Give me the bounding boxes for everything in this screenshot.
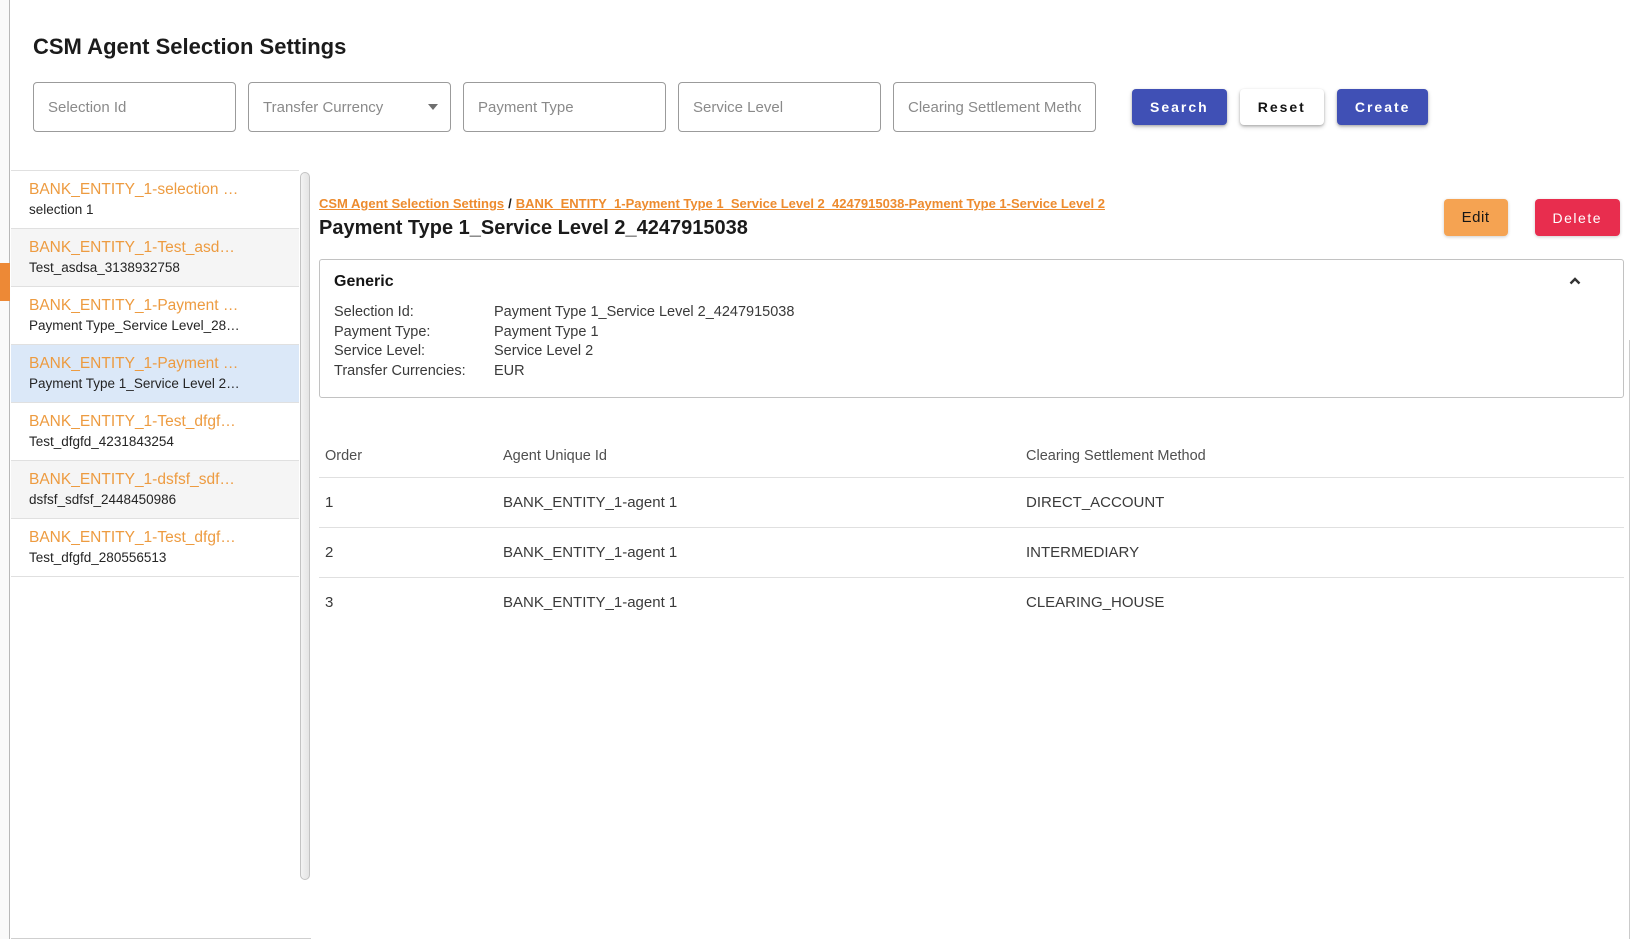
search-button[interactable]: Search	[1132, 89, 1227, 125]
field-row-transfer-currencies: Transfer Currencies: EUR	[334, 362, 1607, 382]
list-item-title: BANK_ENTITY_1-Payment …	[29, 354, 283, 374]
list-item-subtitle: dsfsf_sdfsf_2448450986	[29, 491, 283, 509]
agents-table: Order Agent Unique Id Clearing Settlemen…	[319, 434, 1624, 627]
filter-bar: Search Reset Create	[33, 82, 1634, 132]
sidebar-scrollbar[interactable]	[299, 170, 311, 938]
transfer-currency-select[interactable]	[248, 82, 451, 132]
main-top-row: CSM Agent Selection Settings/BANK_ENTITY…	[319, 196, 1624, 240]
list-item-title: BANK_ENTITY_1-Test_dfgf…	[29, 412, 283, 432]
list-item[interactable]: BANK_ENTITY_1-selection … selection 1	[11, 171, 299, 229]
service-level-filter	[678, 82, 881, 132]
cell-clearing-settlement-method: DIRECT_ACCOUNT	[1020, 478, 1624, 528]
field-label: Selection Id:	[334, 303, 494, 323]
field-value: Service Level 2	[494, 342, 593, 362]
cell-clearing-settlement-method: CLEARING_HOUSE	[1020, 578, 1624, 628]
list-item-subtitle: Test_asdsa_3138932758	[29, 259, 283, 277]
column-header-agent-unique-id: Agent Unique Id	[497, 434, 1020, 478]
breadcrumb-separator: /	[504, 196, 516, 211]
list-item-subtitle: selection 1	[29, 201, 283, 219]
agents-table-header-row: Order Agent Unique Id Clearing Settlemen…	[319, 434, 1624, 478]
create-button[interactable]: Create	[1337, 89, 1429, 125]
list-item-subtitle: Test_dfgfd_4231843254	[29, 433, 283, 451]
payment-type-input[interactable]	[463, 82, 666, 132]
list-item-title: BANK_ENTITY_1-Test_asd…	[29, 238, 283, 258]
table-row[interactable]: 2 BANK_ENTITY_1-agent 1 INTERMEDIARY	[319, 528, 1624, 578]
field-label: Transfer Currencies:	[334, 362, 494, 382]
list-item-subtitle: Test_dfgfd_280556513	[29, 549, 283, 567]
list-item[interactable]: BANK_ENTITY_1-Test_asd… Test_asdsa_31389…	[11, 229, 299, 287]
list-item[interactable]: BANK_ENTITY_1-dsfsf_sdf… dsfsf_sdfsf_244…	[11, 461, 299, 519]
table-row[interactable]: 1 BANK_ENTITY_1-agent 1 DIRECT_ACCOUNT	[319, 478, 1624, 528]
main-panel: CSM Agent Selection Settings/BANK_ENTITY…	[311, 170, 1634, 939]
edit-button[interactable]: Edit	[1444, 199, 1508, 236]
list-item-selected[interactable]: BANK_ENTITY_1-Payment … Payment Type 1_S…	[11, 345, 299, 403]
list-item-title: BANK_ENTITY_1-Test_dfgf…	[29, 528, 283, 548]
field-label: Service Level:	[334, 342, 494, 362]
generic-fields: Selection Id: Payment Type 1_Service Lev…	[334, 303, 1607, 381]
selection-list: BANK_ENTITY_1-selection … selection 1 BA…	[11, 170, 299, 938]
reset-button[interactable]: Reset	[1240, 89, 1324, 125]
list-item[interactable]: BANK_ENTITY_1-Test_dfgf… Test_dfgfd_2805…	[11, 519, 299, 577]
list-item[interactable]: BANK_ENTITY_1-Test_dfgf… Test_dfgfd_4231…	[11, 403, 299, 461]
page-title: Payment Type 1_Service Level 2_424791503…	[319, 217, 1105, 240]
list-item-title: BANK_ENTITY_1-Payment …	[29, 296, 283, 316]
sidebar-wrap: BANK_ENTITY_1-selection … selection 1 BA…	[11, 170, 311, 939]
list-item-title: BANK_ENTITY_1-dsfsf_sdf…	[29, 470, 283, 490]
cell-agent-unique-id: BANK_ENTITY_1-agent 1	[497, 528, 1020, 578]
breadcrumb-current-link[interactable]: BANK_ENTITY_1-Payment Type 1_Service Lev…	[516, 196, 1105, 211]
main-scrollbar[interactable]	[1629, 340, 1630, 939]
breadcrumb: CSM Agent Selection Settings/BANK_ENTITY…	[319, 196, 1105, 212]
generic-panel-heading: Generic	[334, 273, 394, 291]
field-row-selection-id: Selection Id: Payment Type 1_Service Lev…	[334, 303, 1607, 323]
selection-id-input[interactable]	[33, 82, 236, 132]
cell-agent-unique-id: BANK_ENTITY_1-agent 1	[497, 578, 1020, 628]
table-row[interactable]: 3 BANK_ENTITY_1-agent 1 CLEARING_HOUSE	[319, 578, 1624, 628]
column-header-clearing-settlement-method: Clearing Settlement Method	[1020, 434, 1624, 478]
header: CSM Agent Selection Settings	[11, 0, 1634, 170]
list-item-subtitle: Payment Type_Service Level_28…	[29, 317, 283, 335]
collapse-panel-button[interactable]	[1565, 272, 1585, 292]
generic-panel: Generic Selection Id: Paymen	[319, 259, 1624, 398]
title-block: CSM Agent Selection Settings/BANK_ENTITY…	[319, 196, 1105, 240]
breadcrumb-root-link[interactable]: CSM Agent Selection Settings	[319, 196, 504, 211]
generic-panel-header: Generic	[334, 272, 1607, 292]
app-container: CSM Agent Selection Settings	[11, 0, 1634, 939]
service-level-input[interactable]	[678, 82, 881, 132]
field-row-service-level: Service Level: Service Level 2	[334, 342, 1607, 362]
chevron-up-icon	[1567, 273, 1583, 292]
sidebar-scrollbar-thumb[interactable]	[300, 172, 310, 880]
payment-type-filter	[463, 82, 666, 132]
cell-clearing-settlement-method: INTERMEDIARY	[1020, 528, 1624, 578]
page: CSM Agent Selection Settings	[0, 0, 1634, 939]
field-value: Payment Type 1_Service Level 2_424791503…	[494, 303, 794, 323]
list-item-title: BANK_ENTITY_1-selection …	[29, 180, 283, 200]
field-label: Payment Type:	[334, 323, 494, 343]
transfer-currency-filter	[248, 82, 451, 132]
cell-agent-unique-id: BANK_ENTITY_1-agent 1	[497, 478, 1020, 528]
content-area: BANK_ENTITY_1-selection … selection 1 BA…	[11, 170, 1634, 939]
cell-order: 1	[319, 478, 497, 528]
cell-order: 3	[319, 578, 497, 628]
list-item-subtitle: Payment Type 1_Service Level 2…	[29, 375, 283, 393]
clearing-settlement-method-input[interactable]	[893, 82, 1096, 132]
list-item[interactable]: BANK_ENTITY_1-Payment … Payment Type_Ser…	[11, 287, 299, 345]
delete-button[interactable]: Delete	[1535, 199, 1620, 236]
clearing-settlement-method-filter	[893, 82, 1096, 132]
window-scrollbar-thumb[interactable]	[0, 263, 10, 301]
window-left-scrollbar[interactable]	[0, 0, 10, 939]
selection-id-filter	[33, 82, 236, 132]
field-value: EUR	[494, 362, 525, 382]
action-buttons: Edit Delete	[1444, 196, 1620, 236]
cell-order: 2	[319, 528, 497, 578]
field-row-payment-type: Payment Type: Payment Type 1	[334, 323, 1607, 343]
field-value: Payment Type 1	[494, 323, 599, 343]
column-header-order: Order	[319, 434, 497, 478]
page-heading: CSM Agent Selection Settings	[33, 34, 1634, 60]
